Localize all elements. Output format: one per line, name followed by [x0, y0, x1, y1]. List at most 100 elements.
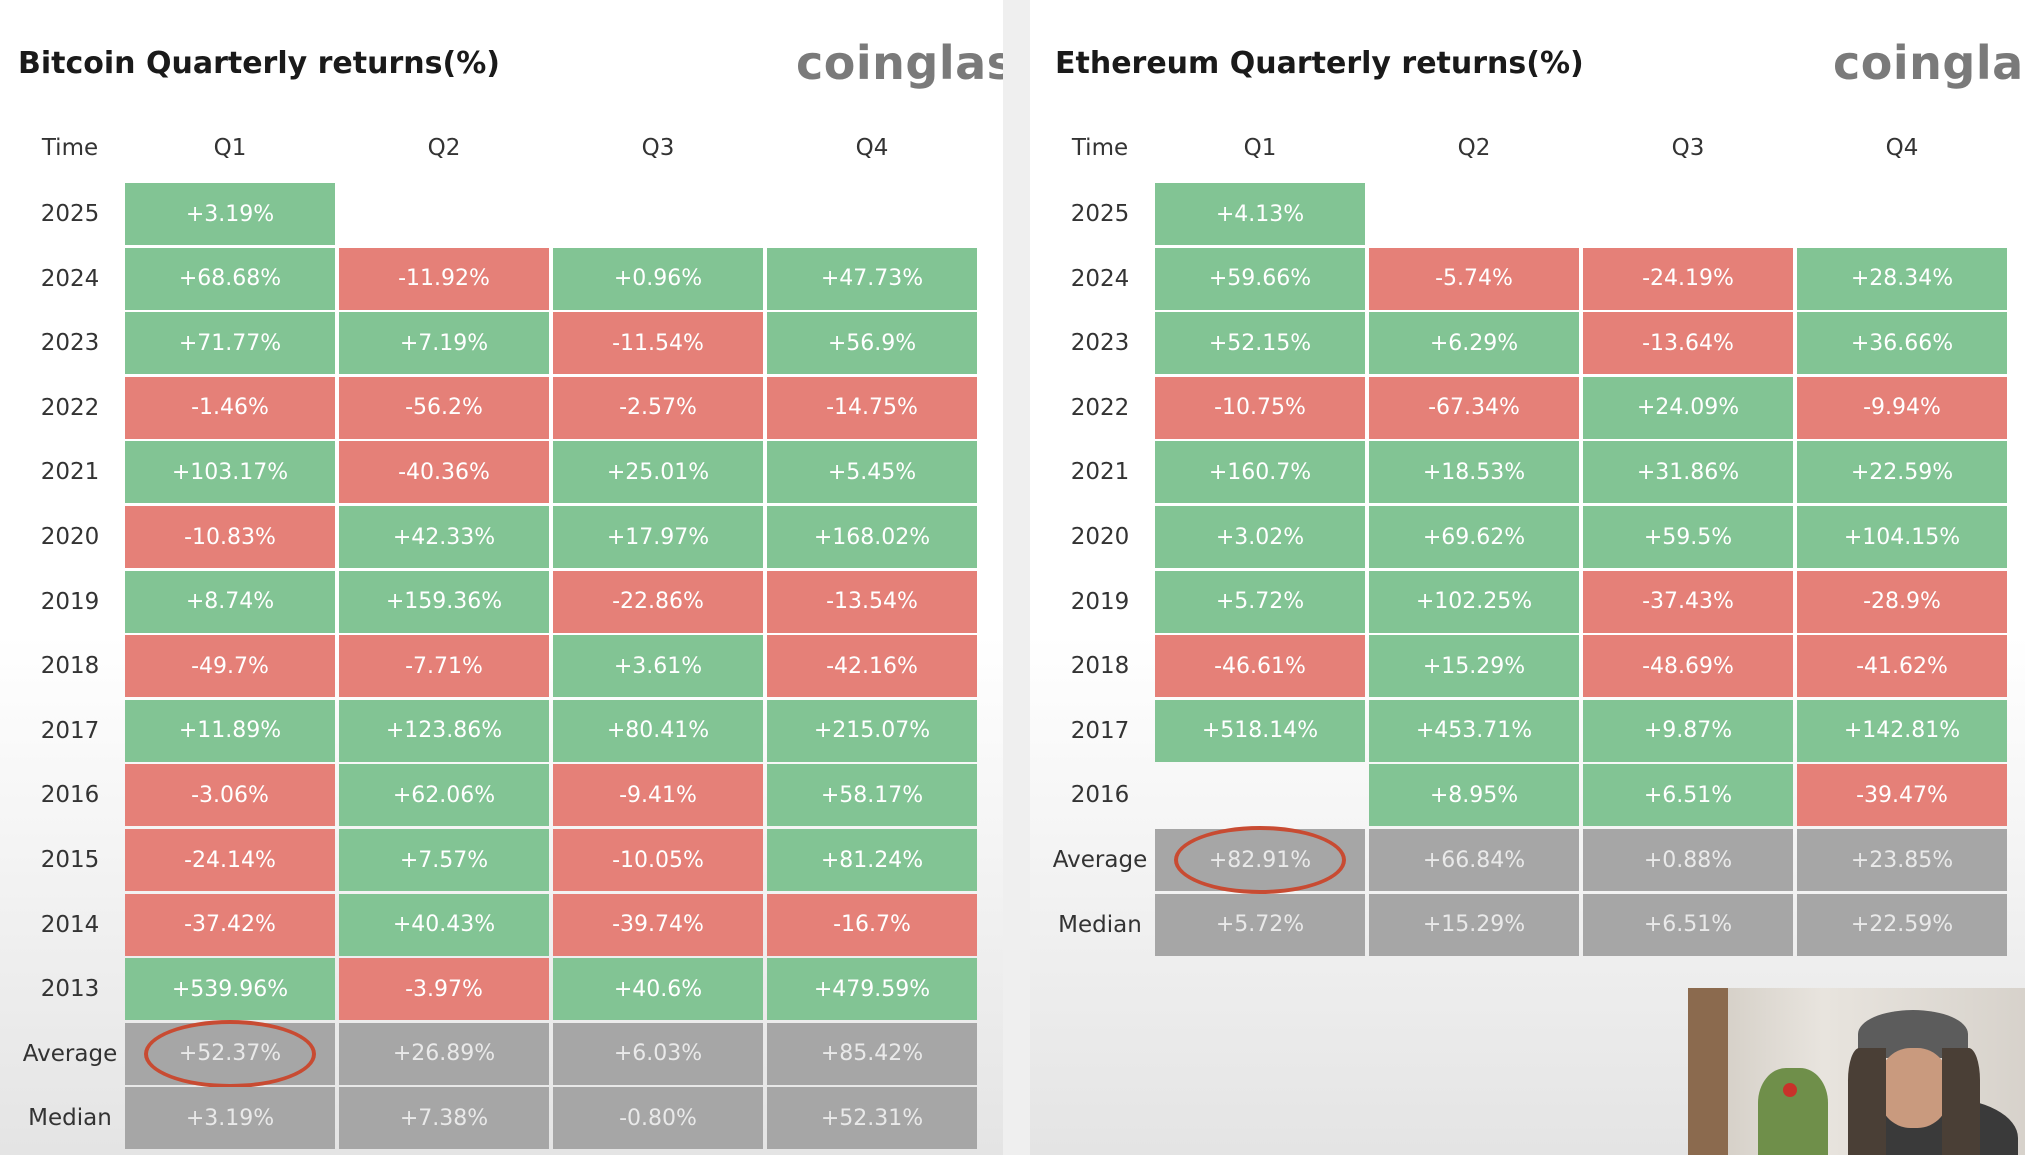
row-label: 2021	[40, 459, 100, 486]
row-label: 2013	[40, 976, 100, 1003]
table-cell: -2.57%	[553, 376, 763, 439]
table-cell: -28.9%	[1797, 570, 2007, 633]
quarter-column-header: Q1	[1243, 135, 1277, 161]
row-label: 2025	[40, 201, 100, 227]
table-cell: -9.41%	[553, 764, 763, 827]
table-cell: +15.29%	[1369, 635, 1579, 698]
quarter-column-header: Q4	[855, 135, 889, 161]
chart-title: Bitcoin Quarterly returns(%)	[18, 46, 500, 81]
table-cell: -5.74%	[1369, 247, 1579, 310]
table-cell: +66.84%	[1369, 829, 1579, 891]
table-cell: +103.17%	[125, 441, 335, 504]
table-cell: +8.95%	[1369, 764, 1579, 827]
table-cell: +479.59%	[767, 958, 977, 1021]
table-cell: +102.25%	[1369, 570, 1579, 633]
row-label: Median	[1058, 911, 1142, 938]
table-cell	[1369, 183, 1579, 245]
table-cell: -1.46%	[125, 376, 335, 439]
table-cell: -14.75%	[767, 376, 977, 439]
table-cell: +7.38%	[339, 1087, 549, 1150]
table-cell: +36.66%	[1797, 312, 2007, 375]
table-cell: +104.15%	[1797, 506, 2007, 568]
table-cell: +539.96%	[125, 958, 335, 1021]
ethereum-panel: Ethereum Quarterly returns(%) coinglass …	[1030, 0, 2025, 1155]
row-label: 2017	[1070, 717, 1130, 744]
table-cell	[1155, 764, 1365, 826]
table-cell: +160.7%	[1155, 441, 1365, 504]
chart-title: Ethereum Quarterly returns(%)	[1055, 46, 1584, 81]
table-cell: -3.06%	[125, 764, 335, 827]
row-label: 2019	[40, 588, 100, 615]
table-cell: +6.51%	[1583, 893, 1793, 956]
bitcoin-panel: Bitcoin Quarterly returns(%) coinglass T…	[0, 0, 1042, 1155]
table-cell: -13.54%	[767, 570, 977, 633]
table-cell: +42.33%	[339, 506, 549, 568]
table-cell: +4.13%	[1155, 183, 1365, 245]
table-cell: +3.19%	[125, 1087, 335, 1150]
row-label: 2025	[1070, 201, 1130, 227]
brand-logo: coinglass	[1833, 36, 2025, 90]
row-label: 2016	[1070, 782, 1130, 809]
table-cell	[1797, 183, 2007, 245]
table-cell: +80.41%	[553, 699, 763, 762]
table-cell: +7.19%	[339, 312, 549, 375]
table-cell: +59.66%	[1155, 247, 1365, 310]
table-cell: -10.83%	[125, 506, 335, 568]
table-cell: +52.15%	[1155, 312, 1365, 375]
table-cell: +71.77%	[125, 312, 335, 375]
table-cell: +11.89%	[125, 699, 335, 762]
table-cell: -3.97%	[339, 958, 549, 1021]
row-label: 2022	[40, 394, 100, 421]
table-cell: +52.31%	[767, 1087, 977, 1150]
table-cell: +22.59%	[1797, 893, 2007, 956]
row-label: 2018	[40, 653, 100, 680]
table-cell: +168.02%	[767, 506, 977, 568]
table-cell: +6.29%	[1369, 312, 1579, 375]
table-cell: +22.59%	[1797, 441, 2007, 504]
quarter-column-header: Q1	[213, 135, 247, 161]
quarter-column-header: Q2	[1457, 135, 1491, 161]
table-cell: -24.14%	[125, 829, 335, 891]
table-cell: +82.91%	[1155, 829, 1365, 891]
table-cell: +15.29%	[1369, 893, 1579, 956]
row-label: 2015	[40, 847, 100, 873]
table-cell: -39.74%	[553, 893, 763, 956]
table-cell: -39.47%	[1797, 764, 2007, 827]
row-label: 2020	[1070, 524, 1130, 550]
table-cell: -0.80%	[553, 1087, 763, 1150]
table-cell: +68.68%	[125, 247, 335, 310]
row-label: 2018	[1070, 653, 1130, 680]
row-label: 2022	[1070, 394, 1130, 421]
table-cell: -10.05%	[553, 829, 763, 891]
time-column-header: Time	[1071, 135, 1129, 161]
row-label: Average	[22, 1040, 118, 1067]
table-cell: -24.19%	[1583, 247, 1793, 310]
row-label: 2023	[40, 330, 100, 357]
table-cell: +215.07%	[767, 699, 977, 762]
table-cell: -40.36%	[339, 441, 549, 504]
time-column-header: Time	[41, 135, 99, 161]
table-cell: -10.75%	[1155, 376, 1365, 439]
table-cell: +18.53%	[1369, 441, 1579, 504]
table-cell: +40.6%	[553, 958, 763, 1021]
table-cell: +6.03%	[553, 1022, 763, 1085]
row-label: Average	[1052, 847, 1148, 873]
table-cell: +142.81%	[1797, 699, 2007, 762]
webcam-overlay	[1688, 988, 2025, 1155]
table-cell: +81.24%	[767, 829, 977, 891]
row-label: 2019	[1070, 588, 1130, 615]
table-cell: -67.34%	[1369, 376, 1579, 439]
table-cell: +47.73%	[767, 247, 977, 310]
table-cell: -37.42%	[125, 893, 335, 956]
quarter-column-header: Q4	[1885, 135, 1919, 161]
table-cell: +5.72%	[1155, 893, 1365, 956]
quarter-column-header: Q3	[641, 135, 675, 161]
table-cell: +24.09%	[1583, 376, 1793, 439]
table-cell: +23.85%	[1797, 829, 2007, 891]
table-cell: -7.71%	[339, 635, 549, 698]
table-cell: +25.01%	[553, 441, 763, 504]
table-cell: -16.7%	[767, 893, 977, 956]
table-cell: -11.92%	[339, 247, 549, 310]
table-cell: +17.97%	[553, 506, 763, 568]
row-label: 2021	[1070, 459, 1130, 486]
